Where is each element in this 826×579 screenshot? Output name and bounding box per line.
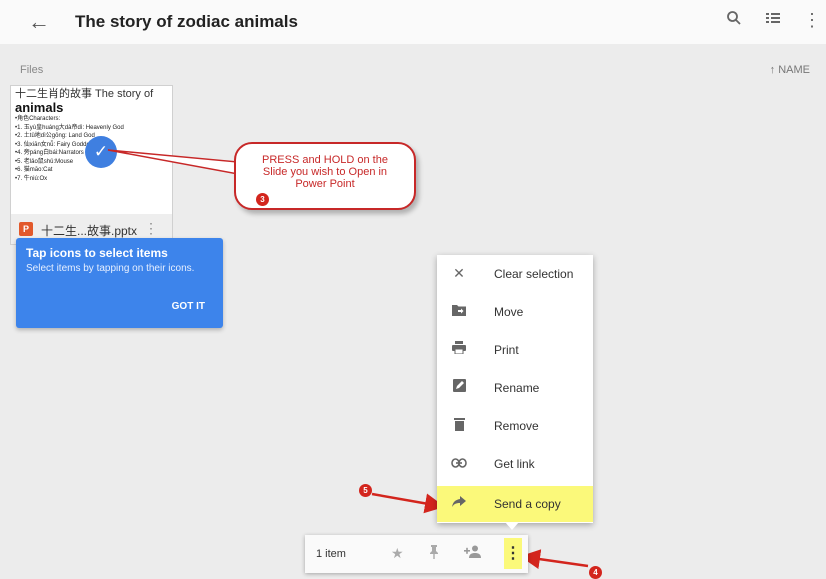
menu-item-send-a-copy[interactable]: Send a copy xyxy=(437,486,593,522)
callout-text: PRESS and HOLD on the Slide you wish to … xyxy=(262,154,388,190)
annotation-arrows xyxy=(107,149,589,570)
step-badge-5: 5 xyxy=(359,484,372,497)
more-vertical-icon[interactable]: ⋮ xyxy=(504,538,522,569)
link-icon xyxy=(451,455,467,471)
rename-icon xyxy=(451,379,467,395)
menu-item-move[interactable]: Move xyxy=(437,294,593,330)
star-icon[interactable]: ★ xyxy=(391,545,404,562)
print-icon xyxy=(451,341,467,357)
close-icon: ✕ xyxy=(453,265,465,281)
share-arrow-icon xyxy=(451,495,467,511)
menu-item-label: Remove xyxy=(494,419,539,433)
menu-item-clear-selection[interactable]: ✕ Clear selection xyxy=(437,256,593,292)
menu-item-label: Send a copy xyxy=(494,497,561,511)
move-folder-icon xyxy=(451,303,467,319)
arrow-to-more-button xyxy=(520,549,589,570)
callout-pointer xyxy=(107,149,239,175)
add-person-icon[interactable] xyxy=(464,545,482,561)
selection-action-bar: 1 item ★ ⋮ xyxy=(305,535,528,573)
menu-item-label: Print xyxy=(494,343,519,357)
menu-item-get-link[interactable]: Get link xyxy=(437,446,593,482)
menu-item-print[interactable]: Print xyxy=(437,332,593,368)
trash-icon xyxy=(451,417,467,433)
menu-item-label: Clear selection xyxy=(494,267,574,281)
menu-item-label: Rename xyxy=(494,381,540,395)
step-badge-4: 4 xyxy=(589,566,602,579)
menu-notch xyxy=(505,522,519,530)
step-badge-3: 3 xyxy=(256,193,269,206)
menu-item-remove[interactable]: Remove xyxy=(437,408,593,444)
arrow-to-send-copy xyxy=(371,492,445,514)
selected-count: 1 item xyxy=(316,548,346,560)
pin-icon[interactable] xyxy=(429,545,439,562)
selection-menu: ✕ Clear selection Move Print Rename Remo… xyxy=(437,255,593,523)
menu-item-rename[interactable]: Rename xyxy=(437,370,593,406)
menu-item-label: Move xyxy=(494,305,524,319)
menu-item-label: Get link xyxy=(494,457,535,471)
